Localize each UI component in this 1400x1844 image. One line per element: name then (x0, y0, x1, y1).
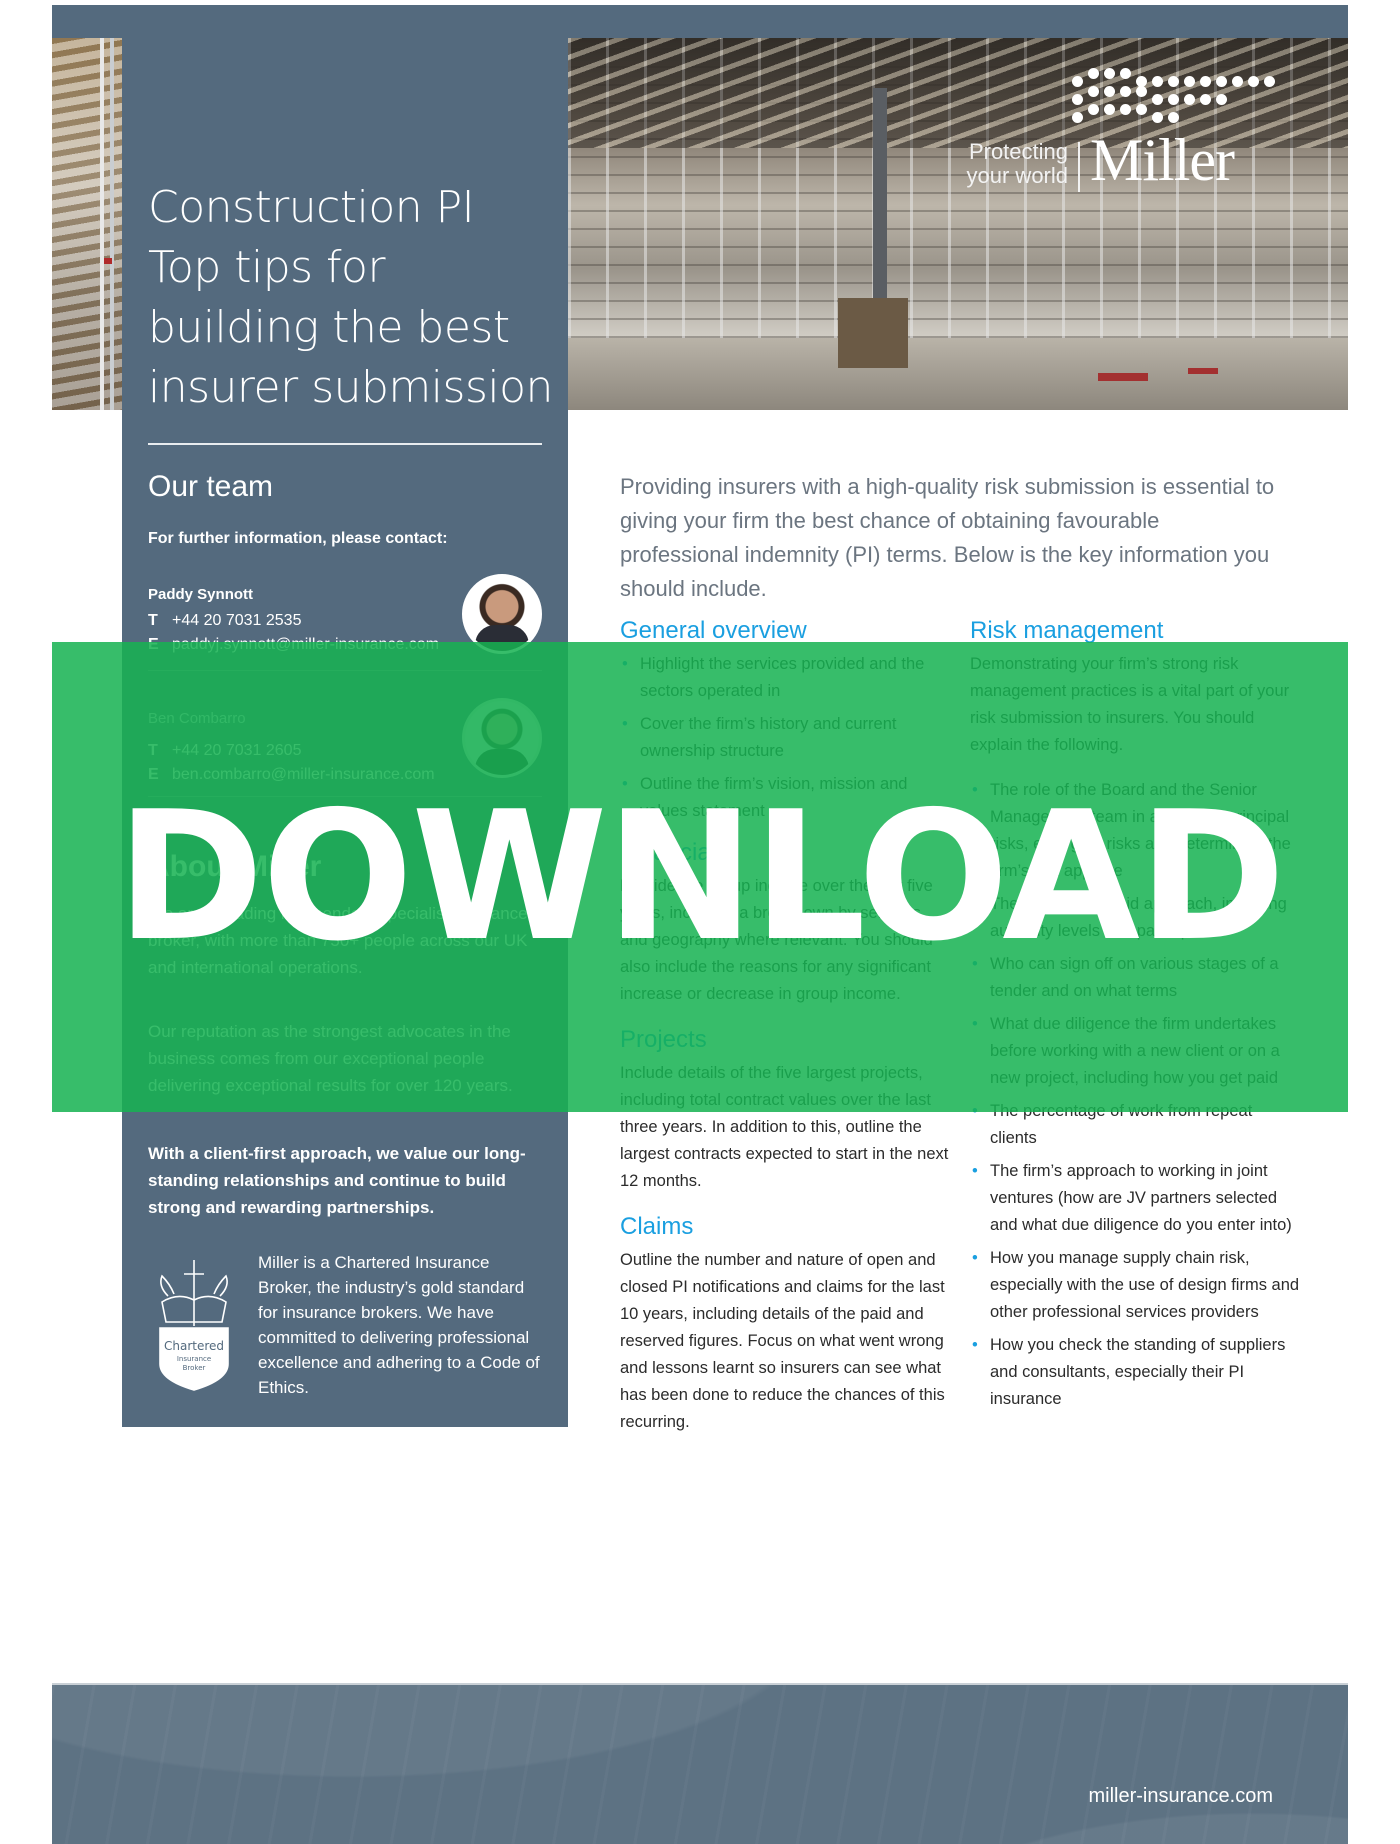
logo-dot (1168, 94, 1179, 105)
list-item-text: How you check the standing of suppliers … (990, 1336, 1286, 1408)
title-divider (148, 443, 542, 445)
tagline-line: your world (966, 163, 1068, 188)
logo-dot (1184, 76, 1195, 87)
photo-detail (1188, 368, 1218, 374)
website-link[interactable]: miller-insurance.com (1089, 1785, 1274, 1808)
construction-photo-strip (52, 38, 122, 410)
bullet-icon: • (972, 1162, 978, 1180)
logo-dot (1120, 104, 1131, 115)
title-line: insurer submission (148, 362, 553, 413)
document-title: Construction PI Top tips for building th… (148, 178, 558, 418)
tagline-line: Protecting (968, 139, 1068, 164)
photo-pipe (100, 38, 104, 410)
list-item-text: The firm’s approach to working in joint … (990, 1162, 1292, 1234)
contact-name: Paddy Synnott (148, 586, 254, 603)
logo-dot (1264, 76, 1275, 87)
logo-dot (1088, 86, 1099, 97)
chartered-crest-icon: Chartered Insurance Broker (159, 1260, 229, 1391)
logo-dot (1168, 76, 1179, 87)
phone-number[interactable]: +44 20 7031 2535 (172, 612, 301, 629)
contact-phone: T +44 20 7031 2535 (148, 612, 301, 630)
hero-construction-photo: Protecting your world Miller (568, 38, 1348, 410)
miller-logo: Protecting your world Miller (878, 68, 1308, 218)
title-line: Top tips for (148, 242, 386, 293)
intro-paragraph: Providing insurers with a high-quality r… (620, 474, 1275, 601)
logo-dot (1104, 68, 1115, 79)
brand-wordmark: Miller (1090, 127, 1235, 193)
logo-divider (1078, 142, 1080, 192)
logo-dot (1088, 104, 1099, 115)
logo-dot (1184, 94, 1195, 105)
logo-dot (1152, 112, 1163, 123)
chartered-text: Miller is a Chartered Insurance Broker, … (258, 1253, 540, 1397)
photo-box (838, 298, 908, 368)
logo-dot (1248, 76, 1259, 87)
logo-dot (1104, 86, 1115, 97)
phone-label: T (148, 612, 158, 629)
logo-dot (1136, 86, 1147, 97)
section-heading: Risk management (970, 617, 1164, 644)
logo-dot (1168, 112, 1179, 123)
badge-text: Broker (183, 1364, 206, 1372)
logo-dot (1200, 94, 1211, 105)
logo-dot (1216, 94, 1227, 105)
chartered-broker-badge-icon: Chartered Insurance Broker (148, 1256, 240, 1396)
badge-text: Chartered (164, 1339, 224, 1353)
photo-floor (568, 338, 1348, 410)
download-button[interactable]: DOWNLOAD (52, 642, 1348, 1112)
section-heading: General overview (620, 617, 807, 644)
logo-dot (1072, 112, 1083, 123)
section-text: Outline the number and nature of open an… (620, 1251, 945, 1431)
logo-dot (1072, 94, 1083, 105)
logo-dot (1216, 76, 1227, 87)
logo-dot (1072, 76, 1083, 87)
list-item: • How you manage supply chain risk, espec… (970, 1245, 1300, 1326)
logo-dot (1136, 104, 1147, 115)
title-line: Construction PI (148, 182, 475, 233)
brand-tagline: Protecting your world (918, 140, 1068, 188)
logo-dot (1232, 76, 1243, 87)
logo-dot (1152, 76, 1163, 87)
section-heading: Claims (620, 1213, 694, 1240)
top-band (52, 5, 1348, 38)
about-paragraph: With a client-first approach, we value o… (148, 1144, 526, 1217)
list-item: • The firm’s approach to working in joint… (970, 1158, 1300, 1239)
list-item: • How you check the standing of suppliers… (970, 1332, 1300, 1413)
logo-dot (1120, 68, 1131, 79)
page-footer: miller-insurance.com (52, 1683, 1348, 1844)
photo-detail (1098, 373, 1148, 381)
logo-dot (1104, 104, 1115, 115)
download-label: DOWNLOAD (116, 773, 1286, 980)
list-item-text: How you manage supply chain risk, especi… (990, 1249, 1300, 1321)
logo-dot (1200, 76, 1211, 87)
team-intro: For further information, please contact: (148, 530, 448, 547)
bullet-icon: • (972, 1249, 978, 1267)
bullet-icon: • (972, 1336, 978, 1354)
logo-dot (1152, 94, 1163, 105)
logo-dot (1120, 86, 1131, 97)
photo-detail (104, 258, 112, 264)
logo-dot (1088, 68, 1099, 79)
team-heading: Our team (148, 470, 274, 503)
title-line: building the best (148, 302, 510, 353)
badge-text: Insurance (177, 1355, 211, 1363)
